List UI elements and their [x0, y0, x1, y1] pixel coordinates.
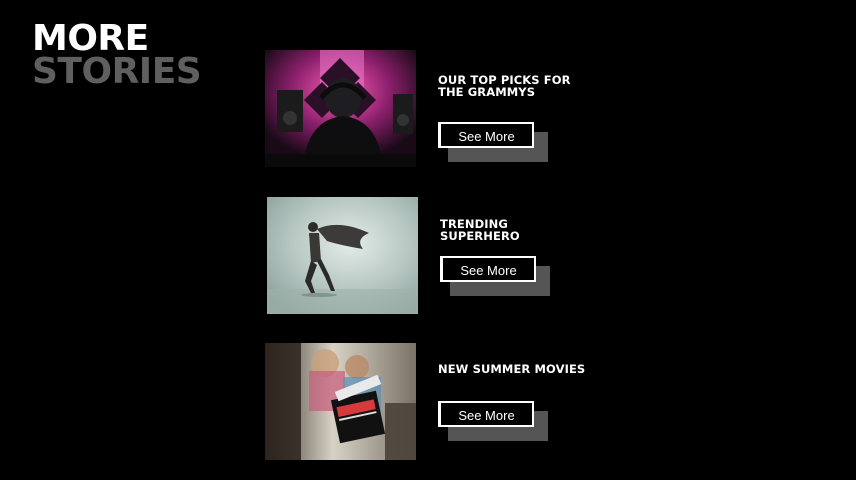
story-image-superhero[interactable] [267, 197, 418, 314]
see-more-button-summer-movies[interactable]: See More [438, 401, 534, 427]
story-card-summer-movies: NEW SUMMER MOVIES See More [265, 343, 605, 461]
see-more-wrapper-superhero: See More [440, 256, 552, 298]
story-image-summer-movies[interactable] [265, 343, 416, 460]
story-title-superhero: TRENDING SUPERHERO [440, 217, 520, 243]
story-card-superhero: TRENDING SUPERHERO See More [267, 197, 607, 315]
story-title-summer-movies: NEW SUMMER MOVIES [438, 362, 586, 376]
see-more-button-superhero[interactable]: See More [440, 256, 536, 282]
see-more-button-grammys[interactable]: See More [438, 122, 534, 148]
story-card-grammys: OUR TOP PICKS FOR THE GRAMMYS See More [265, 50, 605, 168]
see-more-wrapper-grammys: See More [438, 122, 550, 164]
page-title: MORE STORIES [32, 21, 202, 92]
story-title-grammys: OUR TOP PICKS FOR THE GRAMMYS [438, 73, 571, 99]
see-more-wrapper-summer-movies: See More [438, 401, 550, 443]
story-image-grammys[interactable] [265, 50, 416, 167]
page-title-line-2: STORIES [32, 51, 202, 92]
